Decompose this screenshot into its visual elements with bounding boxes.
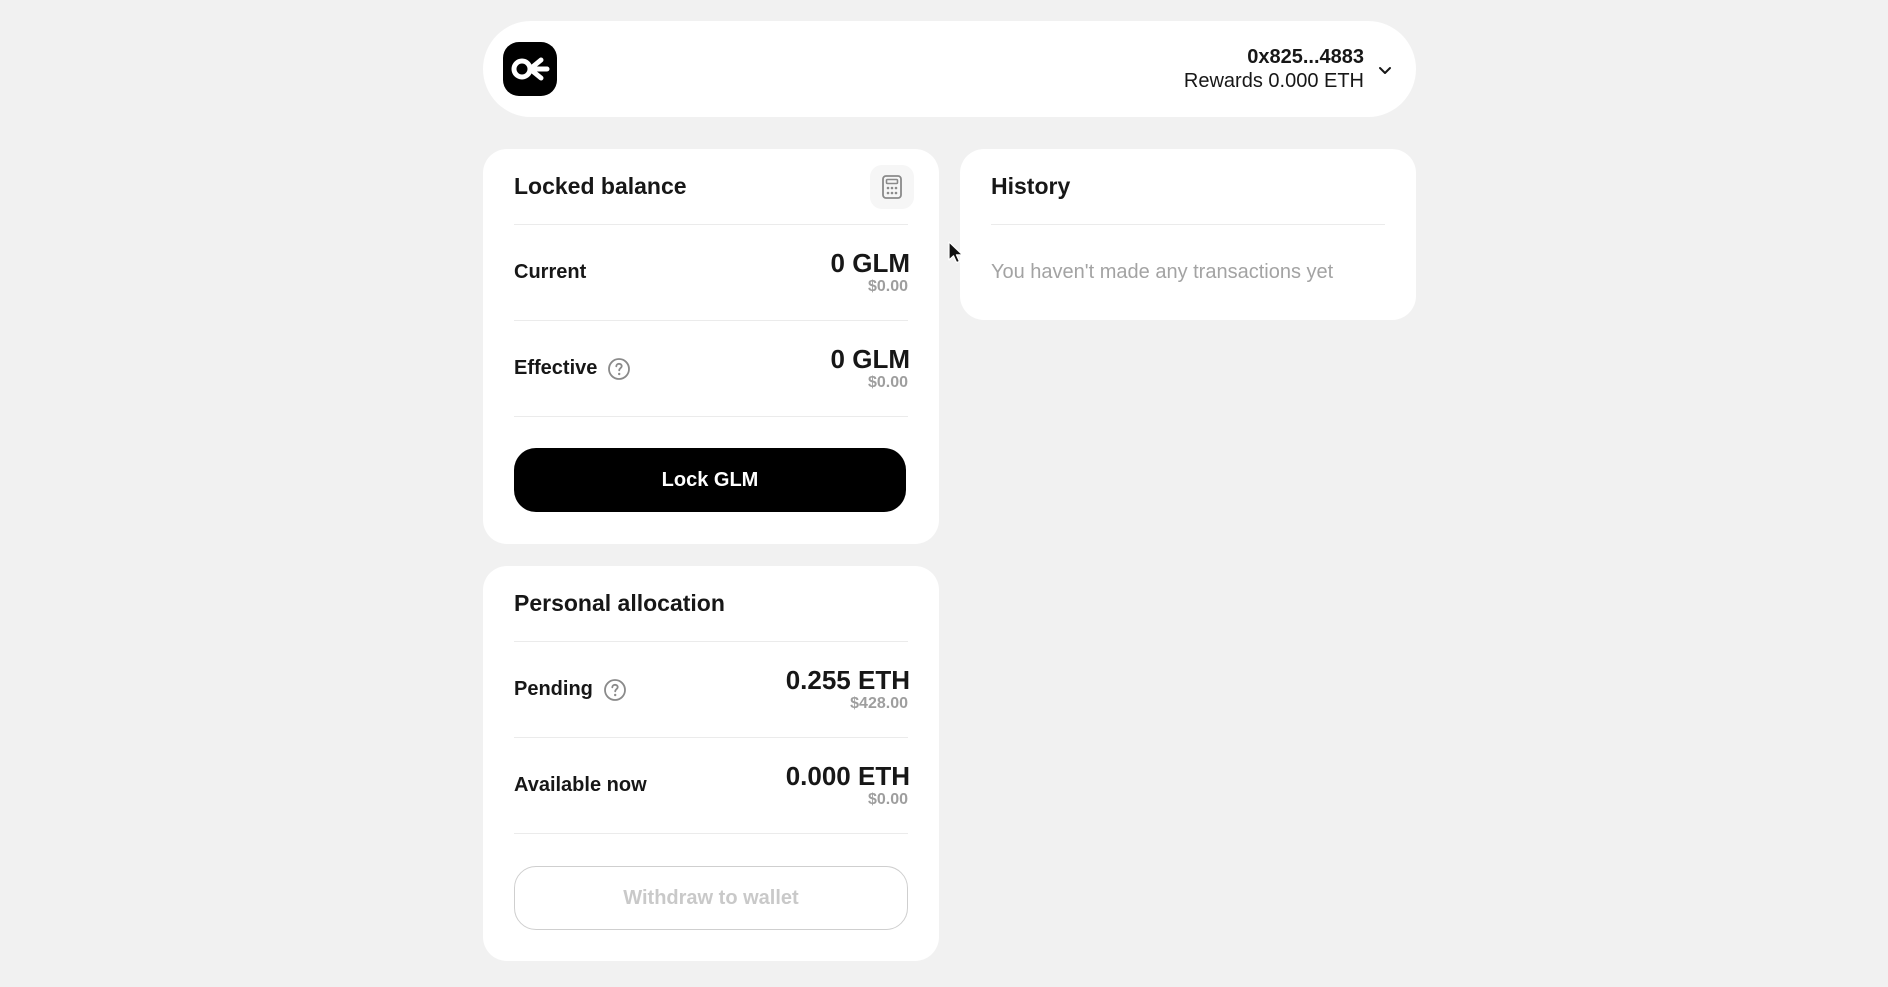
current-fiat-amount: $0.00 [867,277,908,295]
locked-balance-title: Locked balance [514,173,687,199]
available-label: Available now [514,774,647,796]
rewards-amount: Rewards 0.000 ETH [1183,70,1364,92]
current-balance-row: Current 0 GLM $0.00 [514,225,910,321]
personal-allocation-card: Personal allocation Pending 0.255 ETH $4… [483,566,939,961]
effective-label-group: Effective [514,357,631,381]
pending-label-group: Pending [514,678,627,702]
effective-balance-row: Effective 0 GLM $0.00 [514,321,910,417]
history-card: History You haven't made any transaction… [960,149,1416,320]
locked-balance-header: Locked balance [514,149,914,225]
calculator-icon [882,174,902,199]
effective-label: Effective [514,357,598,379]
pending-row: Pending 0.255 ETH $428.00 [514,642,910,738]
pending-value: 0.255 ETH $428.00 [786,666,910,714]
pending-label: Pending [514,678,593,700]
locked-balance-card: Locked balance Current 0 GLM $0.00 Effec… [483,149,939,544]
account-menu[interactable]: 0x825...4883 Rewards 0.000 ETH [1184,45,1364,93]
available-value: 0.000 ETH $0.00 [786,762,910,810]
pending-fiat-amount: $428.00 [850,694,908,712]
history-header: History [991,149,1385,225]
effective-fiat-amount: $0.00 [867,373,908,391]
current-value: 0 GLM $0.00 [831,249,910,297]
octant-logo-icon[interactable] [503,42,557,96]
question-circle-icon[interactable] [603,678,627,702]
wallet-address: 0x825...4883 [1247,46,1364,68]
personal-allocation-title: Personal allocation [514,590,725,616]
available-row: Available now 0.000 ETH $0.00 [514,738,910,834]
question-circle-icon[interactable] [607,357,631,381]
lock-glm-button[interactable]: Lock GLM [514,448,906,512]
effective-value: 0 GLM $0.00 [831,345,910,393]
personal-allocation-header: Personal allocation [514,566,908,642]
available-eth-amount: 0.000 ETH [785,760,910,791]
withdraw-to-wallet-button[interactable]: Withdraw to wallet [514,866,908,930]
top-bar: 0x825...4883 Rewards 0.000 ETH [483,21,1416,117]
current-label: Current [514,261,587,283]
mouse-cursor-icon [948,241,963,264]
effective-glm-amount: 0 GLM [830,343,910,374]
current-glm-amount: 0 GLM [830,247,910,278]
pending-eth-amount: 0.255 ETH [785,664,910,695]
available-fiat-amount: $0.00 [867,790,908,808]
history-empty-message: You haven't made any transactions yet [991,261,1334,283]
calculator-button[interactable] [870,164,914,209]
chevron-down-icon[interactable] [1374,59,1396,81]
history-title: History [991,173,1071,199]
